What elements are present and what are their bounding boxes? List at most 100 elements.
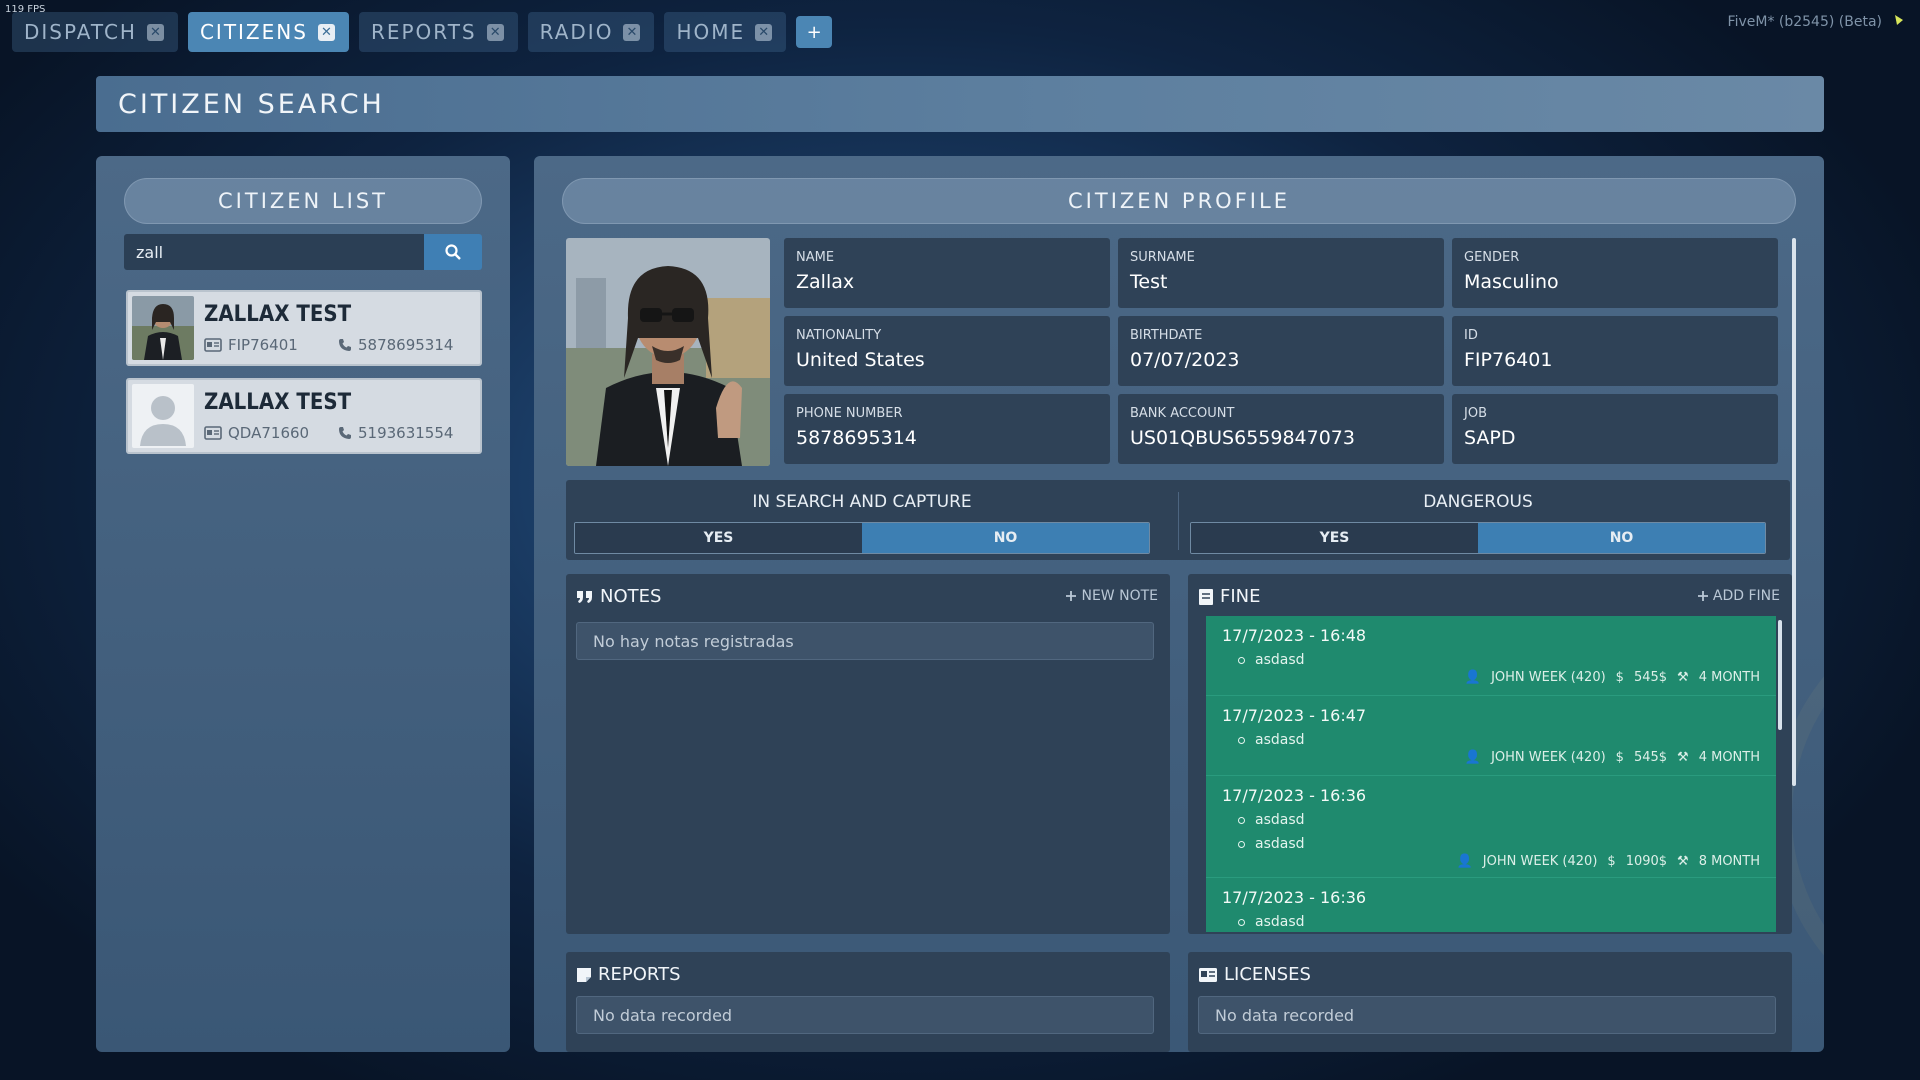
user-icon: 👤 [1464, 750, 1482, 765]
tab-label: CITIZENS [199, 20, 308, 44]
field-value: 07/07/2023 [1130, 349, 1240, 371]
tab-citizens[interactable]: CITIZENS ✕ [187, 12, 349, 52]
plus-icon [1697, 591, 1708, 601]
new-note-label: NEW NOTE [1081, 588, 1158, 604]
close-icon[interactable]: ✕ [755, 23, 773, 41]
id-card-icon [1199, 967, 1217, 982]
search-capture-no-button[interactable]: NO [862, 523, 1149, 553]
fine-meta: 👤 JOHN WEEK (420) $545$ ⚒ 4 MONTH [1465, 750, 1760, 765]
licenses-empty: No data recorded [1198, 996, 1776, 1034]
citizen-profile-panel: CITIZEN PROFILE NAME Zallax SURNAME Test… [534, 156, 1824, 1052]
tab-label: RADIO [539, 20, 614, 44]
fine-item[interactable]: 17/7/2023 - 16:47 asdasd 👤 JOHN WEEK (420… [1206, 696, 1776, 776]
fine-time: 4 MONTH [1698, 750, 1760, 765]
fine-meta: 👤 JOHN WEEK (420) $545$ ⚒ 4 MONTH [1465, 670, 1760, 685]
citizen-phone-text: 5193631554 [358, 424, 454, 442]
fine-amount: 1090$ [1625, 854, 1668, 869]
fine-date: 17/7/2023 - 16:47 [1222, 706, 1367, 725]
toggle-title: DANGEROUS [1423, 492, 1533, 512]
fine-date: 17/7/2023 - 16:36 [1222, 888, 1367, 907]
field-value: SAPD [1464, 427, 1516, 449]
fine-meta: 👤 JOHN WEEK (420) $1090$ ⚒ 8 MONTH [1457, 854, 1760, 869]
field-surname: SURNAME Test [1118, 238, 1444, 308]
add-fine-label: ADD FINE [1712, 588, 1780, 604]
field-phone-number: PHONE NUMBER 5878695314 [784, 394, 1110, 464]
phone-icon [339, 427, 351, 439]
fine-scrollbar[interactable] [1778, 620, 1782, 730]
search-capture-yes-button[interactable]: YES [575, 523, 862, 553]
fine-item[interactable]: 17/7/2023 - 16:48 asdasd 👤 JOHN WEEK (420… [1206, 616, 1776, 696]
citizen-name: ZALLAX TEST [204, 302, 352, 327]
new-note-button[interactable]: NEW NOTE [1065, 588, 1158, 604]
dangerous-no-button[interactable]: NO [1478, 523, 1765, 553]
fine-reason-text: asdasd [1255, 914, 1305, 930]
fine-reason: asdasd [1238, 836, 1305, 852]
add-tab-button[interactable]: + [796, 16, 833, 48]
tab-dispatch[interactable]: DISPATCH ✕ [12, 12, 178, 52]
field-job: JOB SAPD [1452, 394, 1778, 464]
fine-section: FINE ADD FINE 17/7/2023 - 16:48 asdasd 👤… [1188, 574, 1792, 934]
field-gender: GENDER Masculino [1452, 238, 1778, 308]
field-nationality: NATIONALITY United States [784, 316, 1110, 386]
close-icon[interactable]: ✕ [486, 23, 504, 41]
close-icon[interactable]: ✕ [146, 23, 164, 41]
tab-home[interactable]: HOME ✕ [664, 12, 787, 52]
citizen-id-text: FIP76401 [228, 336, 298, 354]
fivem-status-icon [1895, 15, 1903, 25]
field-value: US01QBUS6559847073 [1130, 427, 1355, 449]
tab-label: REPORTS [370, 20, 477, 44]
field-id: ID FIP76401 [1452, 316, 1778, 386]
close-icon[interactable]: ✕ [623, 23, 641, 41]
field-label: NATIONALITY [796, 328, 882, 343]
citizen-list-panel: CITIZEN LIST ZALLAX TEST FIP76401 587869… [96, 156, 510, 1052]
fine-date: 17/7/2023 - 16:36 [1222, 786, 1367, 805]
field-value: Test [1130, 271, 1168, 293]
citizen-list-item[interactable]: ZALLAX TEST FIP76401 5878695314 [126, 290, 482, 366]
citizen-phone: 5878695314 [338, 336, 453, 354]
search-capture-toggle: IN SEARCH AND CAPTURE YES NO [566, 480, 1158, 560]
dollar-icon: $ [1615, 670, 1624, 685]
sticky-note-icon [577, 967, 591, 982]
reports-section: REPORTS No data recorded [566, 952, 1170, 1052]
field-label: JOB [1464, 406, 1487, 421]
citizen-list-item[interactable]: ZALLAX TEST QDA71660 5193631554 [126, 378, 482, 454]
notes-title: NOTES [576, 586, 661, 607]
reports-empty: No data recorded [576, 996, 1154, 1034]
dangerous-yes-button[interactable]: YES [1191, 523, 1478, 553]
profile-scrollbar[interactable] [1792, 238, 1796, 786]
fine-reason: asdasd [1238, 652, 1305, 668]
fine-item[interactable]: 17/7/2023 - 16:36 asdasd asdasd 👤 JOHN WE… [1206, 776, 1776, 878]
citizen-id: QDA71660 [204, 424, 309, 442]
id-card-icon [204, 338, 222, 352]
page-title: CITIZEN SEARCH [96, 76, 1824, 132]
citizen-id: FIP76401 [204, 336, 298, 354]
fine-amount: 545$ [1633, 670, 1668, 685]
citizen-profile-title: CITIZEN PROFILE [562, 178, 1796, 224]
field-value: Zallax [796, 271, 855, 293]
phone-icon [339, 339, 351, 351]
fine-reason: asdasd [1238, 812, 1305, 828]
fine-item[interactable]: 17/7/2023 - 16:36 asdasd [1206, 878, 1776, 932]
citizen-list-title: CITIZEN LIST [124, 178, 482, 224]
tab-radio[interactable]: RADIO ✕ [527, 12, 655, 52]
gavel-icon: ⚒ [1677, 854, 1689, 869]
tab-reports[interactable]: REPORTS ✕ [358, 12, 518, 52]
search-button[interactable] [424, 234, 482, 270]
avatar-placeholder [132, 384, 194, 448]
search-input[interactable] [124, 234, 424, 270]
field-birthdate: BIRTHDATE 07/07/2023 [1118, 316, 1444, 386]
fine-title-text: FINE [1220, 586, 1261, 607]
divider [1178, 492, 1179, 550]
profile-photo[interactable] [566, 238, 770, 466]
licenses-title-text: LICENSES [1224, 964, 1311, 985]
field-name: NAME Zallax [784, 238, 1110, 308]
fine-date: 17/7/2023 - 16:48 [1222, 626, 1367, 645]
close-icon[interactable]: ✕ [317, 23, 335, 41]
dollar-icon: $ [1615, 750, 1624, 765]
fine-reason-text: asdasd [1255, 812, 1305, 828]
add-fine-button[interactable]: ADD FINE [1697, 588, 1780, 604]
citizen-phone: 5193631554 [338, 424, 453, 442]
user-icon: 👤 [1464, 670, 1482, 685]
status-toggles: IN SEARCH AND CAPTURE YES NO DANGEROUS Y… [566, 480, 1790, 560]
field-value: 5878695314 [796, 427, 917, 449]
